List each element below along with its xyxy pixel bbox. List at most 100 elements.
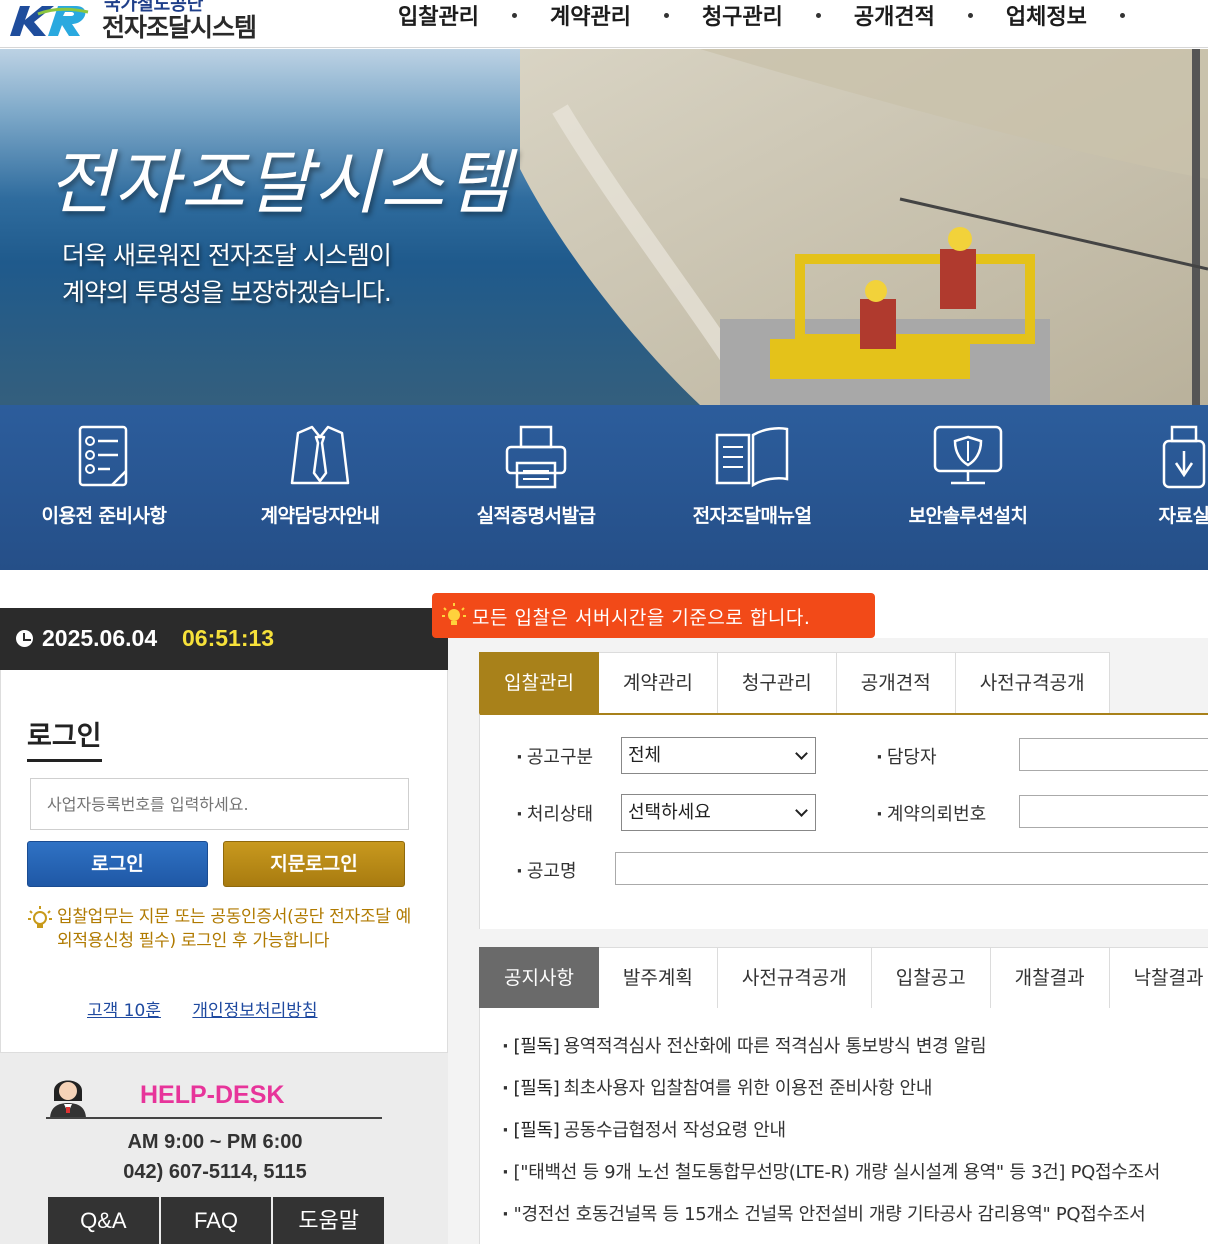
- notice-title: 최초사용자 입찰참여를 위한 이용전 준비사항 안내: [563, 1078, 933, 1099]
- tab-claim[interactable]: 청구관리: [717, 652, 837, 714]
- quick-item-security[interactable]: 보안솔루션설치: [860, 423, 1076, 563]
- hero-description: 더욱 새로워진 전자조달 시스템이 계약의 투명성을 보장하겠습니다.: [62, 237, 392, 311]
- tab-contract[interactable]: 계약관리: [598, 652, 718, 714]
- login-notice-text: 입찰업무는 지문 또는 공동인증서(공단 전자조달 예외적용신청 필수) 로그인…: [57, 907, 411, 951]
- quick-item-label: 이용전 준비사항: [41, 505, 167, 527]
- tab-opening-result[interactable]: 개찰결과: [990, 947, 1110, 1009]
- shirt-tie-icon: [290, 425, 350, 485]
- notice-tabs: 공지사항 발주계획 사전규격공개 입찰공고 개찰결과 낙찰결과: [479, 947, 1208, 1009]
- privacy-policy-link[interactable]: 개인정보처리방침: [192, 1001, 317, 1021]
- nav-item-company[interactable]: 업체정보: [1006, 0, 1087, 31]
- nav-item-quote[interactable]: 공개견적: [854, 0, 935, 31]
- login-links: 고객 10훈 개인정보처리방침: [87, 996, 344, 1021]
- customer-rules-link[interactable]: 고객 10훈: [87, 1001, 161, 1021]
- server-time-notice-text: 모든 입찰은 서버시간을 기준으로 합니다.: [472, 607, 811, 629]
- notice-title: "경전선 호동건널목 등 15개소 건널목 안전설비 개량 기타공사 감리용역"…: [513, 1204, 1146, 1225]
- tab-quote[interactable]: 공개견적: [836, 652, 956, 714]
- tab-award-result[interactable]: 낙찰결과: [1109, 947, 1208, 1009]
- status-label: 처리상태: [516, 800, 593, 826]
- list-item[interactable]: "경전선 호동건널목 등 15개소 건널목 안전설비 개량 기타공사 감리용역"…: [502, 1200, 1146, 1226]
- quick-item-preparation[interactable]: 이용전 준비사항: [0, 423, 212, 563]
- tab-pre-spec[interactable]: 사전규격공개: [717, 947, 872, 1009]
- notice-title: 용역적격심사 전산화에 따른 적격심사 통보방식 변경 알림: [563, 1036, 987, 1057]
- logo[interactable]: 국가철도공단 전자조달시스템: [8, 0, 288, 48]
- notice-type-value: 전체: [628, 745, 662, 766]
- notice-type-select[interactable]: 전체: [621, 737, 816, 774]
- notice-title: ["태백선 등 9개 노선 철도통합무선망(LTE-R) 개량 실시설계 용역"…: [513, 1162, 1161, 1183]
- helpdesk-box: HELP-DESK AM 9:00 ~ PM 6:00 042) 607-511…: [0, 1052, 448, 1244]
- server-clock: 2025.06.04 06:51:13: [0, 608, 448, 670]
- fingerprint-login-button[interactable]: 지문로그인: [223, 841, 405, 887]
- helpdesk-buttons: Q&A FAQ 도움말: [48, 1197, 385, 1244]
- search-tabs: 입찰관리 계약관리 청구관리 공개견적 사전규격공개: [479, 652, 1110, 714]
- quick-item-contract-officer[interactable]: 계약담당자안내: [212, 423, 428, 563]
- main-nav: 입찰관리 계약관리 청구관리 공개견적 업체정보: [398, 0, 1158, 30]
- hero-title: 전자조달시스템: [48, 142, 513, 224]
- list-item[interactable]: [필독]최초사용자 입찰참여를 위한 이용전 준비사항 안내: [502, 1074, 933, 1100]
- checklist-icon: [78, 425, 128, 487]
- tab-bid-notice[interactable]: 입찰공고: [871, 947, 991, 1009]
- clock-date: 2025.06.04: [42, 625, 158, 651]
- nav-item-bid[interactable]: 입찰관리: [398, 0, 479, 31]
- printer-icon: [505, 425, 567, 489]
- left-panel: 2025.06.04 06:51:13 로그인 로그인 지문로그인 입찰업무는 …: [0, 608, 448, 1244]
- status-value: 선택하세요: [628, 802, 711, 823]
- notice-title-input[interactable]: [615, 852, 1208, 885]
- search-panel: 입찰관리 계약관리 청구관리 공개견적 사전규격공개 공고구분 전체 담당자 처…: [479, 652, 1208, 929]
- faq-button[interactable]: FAQ: [160, 1197, 274, 1244]
- notice-panel: 공지사항 발주계획 사전규격공개 입찰공고 개찰결과 낙찰결과 [필독]용역적격…: [479, 947, 1208, 1244]
- notice-type-label: 공고구분: [516, 743, 593, 769]
- notice-tag: [필독]: [513, 1036, 560, 1057]
- list-item[interactable]: ["태백선 등 9개 노선 철도통합무선망(LTE-R) 개량 실시설계 용역"…: [502, 1158, 1161, 1184]
- right-panel: 입찰관리 계약관리 청구관리 공개견적 사전규격공개 공고구분 전체 담당자 처…: [448, 638, 1208, 1244]
- book-icon: [715, 427, 789, 488]
- manager-input[interactable]: [1019, 738, 1208, 771]
- notice-title: 공동수급협정서 작성요령 안내: [563, 1120, 787, 1141]
- usb-icon: [1162, 425, 1206, 489]
- manager-label: 담당자: [876, 743, 937, 769]
- quick-item-label: 전자조달매뉴얼: [692, 505, 812, 527]
- nav-item-claim[interactable]: 청구관리: [702, 0, 783, 31]
- quick-item-label: 실적증명서발급: [476, 505, 596, 527]
- quick-item-certificate[interactable]: 실적증명서발급: [428, 423, 644, 563]
- contract-request-label: 계약의뢰번호: [876, 800, 986, 826]
- chevron-down-icon: [795, 804, 808, 817]
- quick-item-label: 계약담당자안내: [260, 505, 380, 527]
- login-title: 로그인: [27, 714, 102, 762]
- notice-list: [필독]용역적격심사 전산화에 따른 적격심사 통보방식 변경 알림 [필독]최…: [479, 1008, 1208, 1244]
- notice-tag: [필독]: [513, 1120, 560, 1141]
- help-button[interactable]: 도움말: [273, 1197, 385, 1244]
- tab-order-plan[interactable]: 발주계획: [598, 947, 718, 1009]
- search-form: 공고구분 전체 담당자 처리상태 선택하세요 계약의뢰번호 공고명: [479, 713, 1208, 929]
- list-item[interactable]: [필독]공동수급협정서 작성요령 안내: [502, 1116, 787, 1142]
- hero-desc-line: 더욱 새로워진 전자조달 시스템이: [62, 241, 392, 270]
- list-item[interactable]: [필독]용역적격심사 전산화에 따른 적격심사 통보방식 변경 알림: [502, 1032, 987, 1058]
- lightbulb-icon: [442, 603, 466, 625]
- helpdesk-divider: [46, 1117, 382, 1119]
- clock-time: 06:51:13: [182, 625, 275, 651]
- quick-item-label: 보안솔루션설치: [908, 505, 1028, 527]
- server-time-notice: 모든 입찰은 서버시간을 기준으로 합니다.: [432, 593, 875, 638]
- nav-separator: [511, 12, 517, 18]
- quick-item-manual[interactable]: 전자조달매뉴얼: [644, 423, 860, 563]
- quick-item-archive[interactable]: 자료실: [1076, 423, 1208, 563]
- logo-title: 전자조달시스템: [102, 13, 257, 42]
- nav-separator: [967, 12, 973, 18]
- helpdesk-phone: 042) 607-5114, 5115: [123, 1161, 307, 1183]
- notice-title-label: 공고명: [516, 857, 577, 883]
- login-button[interactable]: 로그인: [27, 841, 208, 887]
- nav-separator: [815, 12, 821, 18]
- nav-item-contract[interactable]: 계약관리: [550, 0, 631, 31]
- tab-pre-spec[interactable]: 사전규격공개: [955, 652, 1110, 714]
- hero-desc-line: 계약의 투명성을 보장하겠습니다.: [62, 278, 392, 307]
- tab-notice[interactable]: 공지사항: [479, 947, 599, 1009]
- status-select[interactable]: 선택하세요: [621, 794, 816, 831]
- tab-bid[interactable]: 입찰관리: [479, 652, 599, 714]
- business-number-input[interactable]: [30, 778, 409, 830]
- qna-button[interactable]: Q&A: [48, 1197, 161, 1244]
- nav-separator: [1119, 12, 1125, 18]
- contract-request-input[interactable]: [1019, 795, 1208, 828]
- login-box: 로그인 로그인 지문로그인 입찰업무는 지문 또는 공동인증서(공단 전자조달 …: [0, 670, 448, 1052]
- helpdesk-hours: AM 9:00 ~ PM 6:00: [127, 1131, 303, 1153]
- quick-item-label: 자료실: [1158, 505, 1208, 527]
